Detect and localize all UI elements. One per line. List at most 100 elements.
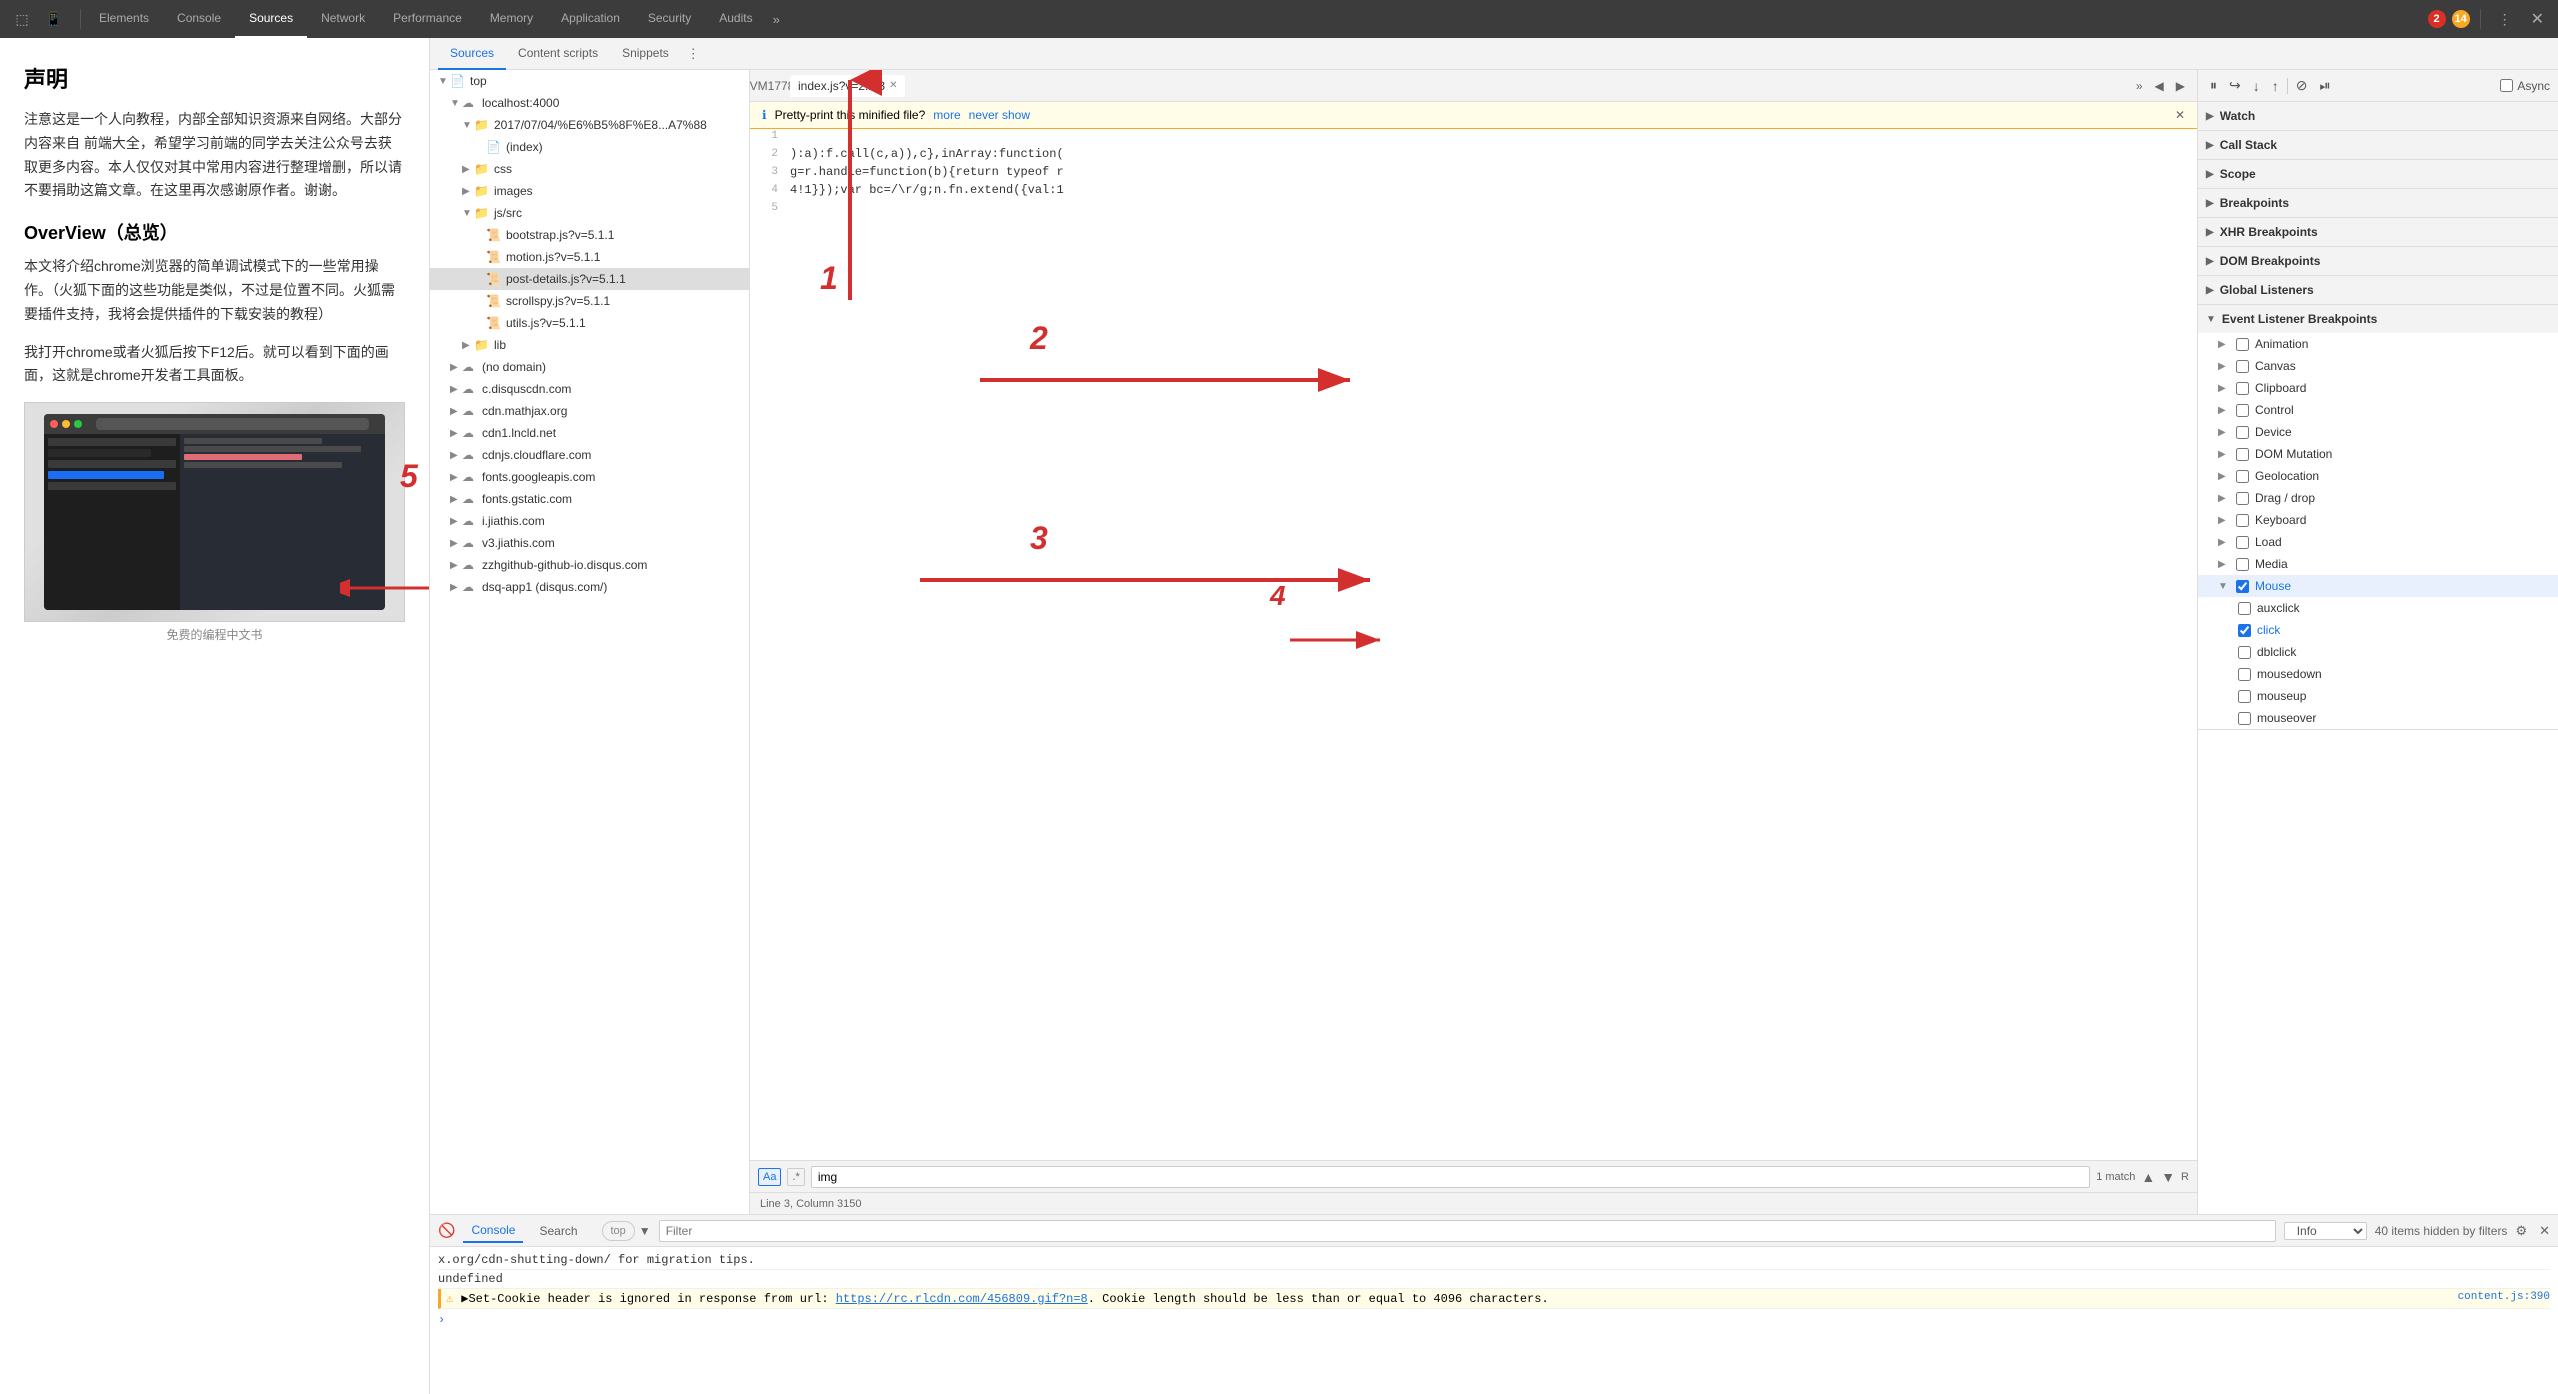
tab-performance[interactable]: Performance [379,0,476,38]
ebp-dblclick[interactable]: dblclick [2198,641,2558,663]
pretty-print-more-link[interactable]: more [933,108,960,122]
tree-zzhgithub[interactable]: ▶ ☁ zzhgithub-github-io.disqus.com [430,554,749,576]
ebp-click[interactable]: click [2198,619,2558,641]
step-into-btn[interactable]: ↓ [2249,76,2264,96]
mousedown-checkbox[interactable] [2238,668,2251,681]
global-listeners-header[interactable]: ▶ Global Listeners [2198,276,2558,304]
ebp-dom-mutation[interactable]: ▶ DOM Mutation [2198,443,2558,465]
clipboard-checkbox[interactable] [2236,382,2249,395]
mouseover-checkbox[interactable] [2238,712,2251,725]
callstack-header[interactable]: ▶ Call Stack [2198,131,2558,159]
ebp-mouseover[interactable]: mouseover [2198,707,2558,729]
nav-next-icon[interactable]: ▶ [2172,77,2189,95]
tab-audits[interactable]: Audits [705,0,766,38]
tree-mathjax[interactable]: ▶ ☁ cdn.mathjax.org [430,400,749,422]
dont-pause-btn[interactable]: ⏯ [2315,75,2334,96]
load-checkbox[interactable] [2236,536,2249,549]
pause-btn[interactable]: ⏸ [2206,75,2221,96]
console-line-3-loc[interactable]: content.js:390 [2458,1291,2550,1306]
console-clear-btn[interactable]: 🚫 [438,1222,455,1239]
ebp-canvas[interactable]: ▶ Canvas [2198,355,2558,377]
console-warning-link[interactable]: https://rc.rlcdn.com/456809.gif?n=8 [836,1292,1088,1306]
close-devtools-button[interactable]: ✕ [2525,9,2550,29]
tree-scrollspy-file[interactable]: ▶ 📜 scrollspy.js?v=5.1.1 [430,290,749,312]
nav-more-icon[interactable]: » [2132,77,2147,95]
deactivate-btn[interactable]: ⊘ [2292,75,2312,96]
watch-header[interactable]: ▶ Watch [2198,102,2558,130]
ebp-drag-drop[interactable]: ▶ Drag / drop [2198,487,2558,509]
ebp-media[interactable]: ▶ Media [2198,553,2558,575]
mouseup-checkbox[interactable] [2238,690,2251,703]
xhr-breakpoints-header[interactable]: ▶ XHR Breakpoints [2198,218,2558,246]
keyboard-checkbox[interactable] [2236,514,2249,527]
search-aa-toggle[interactable]: Aa [758,1168,781,1186]
tab-memory[interactable]: Memory [476,0,547,38]
tree-googleapis[interactable]: ▶ ☁ fonts.googleapis.com [430,466,749,488]
subtab-snippets[interactable]: Snippets [610,38,681,70]
dblclick-checkbox[interactable] [2238,646,2251,659]
subtab-sources[interactable]: Sources [438,38,506,70]
inspect-icon[interactable]: ⬚ [8,5,36,33]
tree-jiathis-i[interactable]: ▶ ☁ i.jiathis.com [430,510,749,532]
tab-sources[interactable]: Sources [235,0,307,38]
tree-localhost[interactable]: ▼ ☁ localhost:4000 [430,92,749,114]
tab-security[interactable]: Security [634,0,705,38]
tree-cloudflare[interactable]: ▶ ☁ cdnjs.cloudflare.com [430,444,749,466]
topbar-more-icon[interactable]: » [767,12,786,27]
ebp-clipboard[interactable]: ▶ Clipboard [2198,377,2558,399]
ebp-geolocation[interactable]: ▶ Geolocation [2198,465,2558,487]
device-checkbox[interactable] [2236,426,2249,439]
tree-utils-file[interactable]: ▶ 📜 utils.js?v=5.1.1 [430,312,749,334]
tree-postdetails-file[interactable]: ▶ 📜 post-details.js?v=5.1.1 [430,268,749,290]
tree-jiathis-v3[interactable]: ▶ ☁ v3.jiathis.com [430,532,749,554]
top-dropdown-arrow[interactable]: ▼ [639,1224,651,1238]
subtab-more[interactable]: ⋮ [681,46,706,62]
search-next-btn[interactable]: ▼ [2161,1169,2175,1185]
tree-motion-file[interactable]: ▶ 📜 motion.js?v=5.1.1 [430,246,749,268]
click-checkbox[interactable] [2238,624,2251,637]
tree-disquscdn[interactable]: ▶ ☁ c.disquscdn.com [430,378,749,400]
tree-jssrc-folder[interactable]: ▼ 📁 js/src [430,202,749,224]
step-over-btn[interactable]: ↪ [2225,75,2245,96]
search-regex-toggle[interactable]: .* [787,1168,804,1186]
ebp-mousedown[interactable]: mousedown [2198,663,2558,685]
ebp-mouseup[interactable]: mouseup [2198,685,2558,707]
tree-css-folder[interactable]: ▶ 📁 css [430,158,749,180]
tree-gstatic[interactable]: ▶ ☁ fonts.gstatic.com [430,488,749,510]
device-icon[interactable]: 📱 [40,5,68,33]
ebp-auxclick[interactable]: auxclick [2198,597,2558,619]
code-tab-indexjs[interactable]: index.js?v=2.1.3 ✕ [790,75,905,97]
control-checkbox[interactable] [2236,404,2249,417]
ebp-device[interactable]: ▶ Device [2198,421,2558,443]
tree-top-root[interactable]: ▼ 📄 top [430,70,749,92]
mouse-checkbox[interactable] [2236,580,2249,593]
media-checkbox[interactable] [2236,558,2249,571]
search-input[interactable] [811,1166,2090,1188]
console-close-btn[interactable]: ✕ [2539,1223,2550,1239]
console-settings-icon[interactable]: ⚙ [2515,1223,2527,1239]
console-filter-input[interactable] [659,1220,2276,1242]
tree-lncld[interactable]: ▶ ☁ cdn1.lncld.net [430,422,749,444]
ebp-keyboard[interactable]: ▶ Keyboard [2198,509,2558,531]
tree-nodomain[interactable]: ▶ ☁ (no domain) [430,356,749,378]
pretty-print-close[interactable]: ✕ [2175,108,2185,122]
dommutation-checkbox[interactable] [2236,448,2249,461]
ebp-animation[interactable]: ▶ Animation [2198,333,2558,355]
ebp-mouse[interactable]: ▼ Mouse [2198,575,2558,597]
dragdrop-checkbox[interactable] [2236,492,2249,505]
tab-application[interactable]: Application [547,0,634,38]
pretty-print-never-link[interactable]: never show [969,108,1030,122]
code-tab-close-btn[interactable]: ✕ [889,80,897,91]
tab-elements[interactable]: Elements [85,0,163,38]
step-out-btn[interactable]: ↑ [2268,76,2283,96]
ebp-control[interactable]: ▶ Control [2198,399,2558,421]
event-listener-header[interactable]: ▼ Event Listener Breakpoints [2198,305,2558,333]
breakpoints-header[interactable]: ▶ Breakpoints [2198,189,2558,217]
console-tab-search[interactable]: Search [531,1220,585,1242]
search-prev-btn[interactable]: ▲ [2141,1169,2155,1185]
console-tab-console[interactable]: Console [463,1219,523,1243]
tree-dsqapp1[interactable]: ▶ ☁ dsq-app1 (disqus.com/) [430,576,749,598]
nav-prev-icon[interactable]: ◀ [2151,77,2168,95]
console-level-select[interactable]: Info Verbose Warning Error [2284,1222,2367,1240]
canvas-checkbox[interactable] [2236,360,2249,373]
